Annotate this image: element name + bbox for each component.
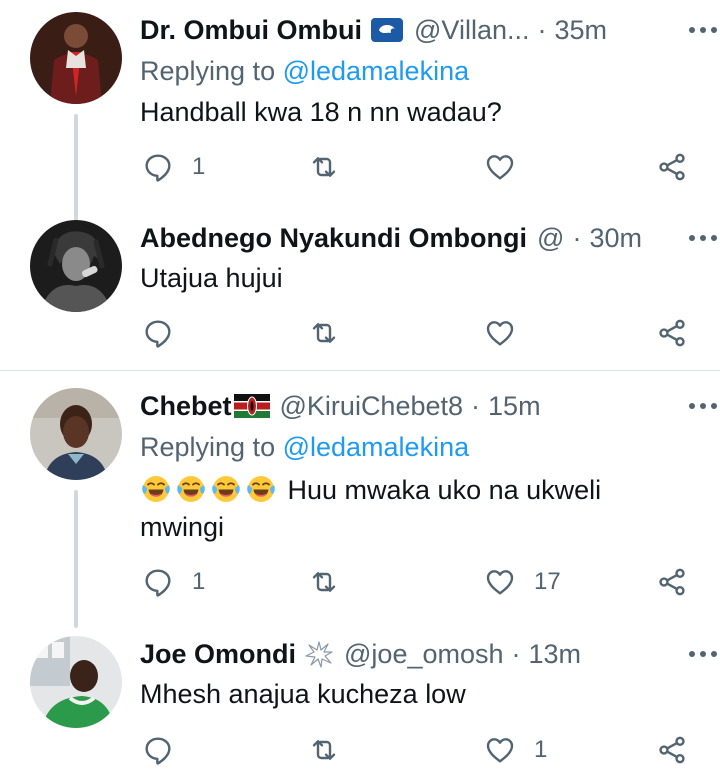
- sparkle-badge-icon: [304, 639, 334, 669]
- tweet-item[interactable]: Dr. Ombui Ombui @Villan... · 35m Replyin…: [0, 12, 720, 224]
- author-name[interactable]: Chebet: [140, 391, 232, 422]
- reply-icon: [142, 151, 174, 183]
- reply-icon: [142, 566, 174, 598]
- share-icon: [656, 151, 688, 183]
- retweet-icon: [308, 317, 340, 349]
- tweet-text: Huu mwaka uko na ukweli mwingi: [140, 472, 700, 546]
- tweet-item[interactable]: Abednego Nyakundi Ombongi @ · 30m Utajua…: [0, 220, 720, 360]
- avatar[interactable]: [30, 220, 122, 312]
- flag-badge-icon: [370, 17, 404, 43]
- laughing-emoji-icon: [175, 472, 207, 504]
- timestamp[interactable]: 35m: [554, 15, 607, 46]
- more-options-icon[interactable]: [686, 394, 720, 418]
- like-count: 17: [534, 568, 561, 595]
- like-button[interactable]: [484, 313, 534, 353]
- avatar[interactable]: [30, 12, 122, 104]
- retweet-icon: [308, 566, 340, 598]
- tweet-actions: 1: [140, 730, 700, 770]
- tweet-item[interactable]: Joe Omondi @joe_omosh · 13m Mhesh anajua…: [0, 636, 720, 779]
- more-options-icon[interactable]: [686, 642, 720, 666]
- retweet-button[interactable]: [308, 730, 358, 770]
- timestamp[interactable]: 15m: [488, 391, 541, 422]
- author-handle[interactable]: @: [537, 223, 564, 254]
- avatar[interactable]: [30, 636, 122, 728]
- like-button[interactable]: 17: [484, 562, 561, 602]
- timestamp[interactable]: 13m: [529, 639, 582, 670]
- author-name[interactable]: Abednego Nyakundi Ombongi: [140, 223, 527, 254]
- separator-dot: ·: [511, 638, 521, 669]
- reply-count: 1: [192, 153, 206, 180]
- mention-link[interactable]: @ledamalekina: [283, 432, 470, 462]
- author-name[interactable]: Joe Omondi: [140, 639, 296, 670]
- tweet-text-line: mwingi: [140, 512, 225, 542]
- reply-icon: [142, 734, 174, 766]
- heart-icon: [484, 317, 516, 349]
- tweet-header: Chebet @KiruiChebet8 · 15m: [140, 388, 695, 424]
- separator-dot: ·: [537, 14, 547, 45]
- reply-icon: [142, 317, 174, 349]
- reply-button[interactable]: [142, 730, 192, 770]
- retweet-icon: [308, 734, 340, 766]
- heart-icon: [484, 151, 516, 183]
- share-button[interactable]: [656, 730, 688, 770]
- tweet-header: Joe Omondi @joe_omosh · 13m: [140, 636, 695, 672]
- like-count: 1: [534, 736, 548, 763]
- retweet-button[interactable]: [308, 562, 358, 602]
- tweet-text: Utajua hujui: [140, 263, 283, 293]
- retweet-button[interactable]: [308, 147, 358, 187]
- share-icon: [656, 566, 688, 598]
- tweet-actions: [140, 313, 700, 353]
- laughing-emoji-icon: [210, 472, 242, 504]
- share-button[interactable]: [656, 562, 688, 602]
- reply-count: 1: [192, 568, 206, 595]
- tweet-actions: 1: [140, 147, 700, 187]
- share-button[interactable]: [656, 313, 688, 353]
- replying-prefix: Replying to: [140, 56, 283, 86]
- more-options-icon[interactable]: [686, 226, 720, 250]
- author-handle[interactable]: @joe_omosh: [344, 639, 504, 670]
- heart-icon: [484, 566, 516, 598]
- thread-line: [74, 490, 78, 628]
- tweet-item[interactable]: Chebet @KiruiChebet8 · 15m Replying to @…: [0, 388, 720, 628]
- retweet-icon: [308, 151, 340, 183]
- tweet-text-line: Huu mwaka uko na ukweli: [280, 475, 602, 505]
- avatar[interactable]: [30, 388, 122, 480]
- tweet-text: Mhesh anajua kucheza low: [140, 679, 466, 709]
- reply-button[interactable]: 1: [142, 147, 205, 187]
- more-options-icon[interactable]: [686, 18, 720, 42]
- timestamp[interactable]: 30m: [589, 223, 642, 254]
- author-handle[interactable]: @Villan...: [414, 15, 529, 46]
- replying-to: Replying to @ledamalekina: [140, 56, 469, 87]
- heart-icon: [484, 734, 516, 766]
- share-icon: [656, 734, 688, 766]
- laughing-emoji-icon: [140, 472, 172, 504]
- author-name[interactable]: Dr. Ombui Ombui: [140, 15, 362, 46]
- tweet-text: Handball kwa 18 n nn wadau?: [140, 97, 502, 127]
- tweet-header: Abednego Nyakundi Ombongi @ · 30m: [140, 220, 695, 256]
- tweet-header: Dr. Ombui Ombui @Villan... · 35m: [140, 12, 695, 48]
- replying-prefix: Replying to: [140, 432, 283, 462]
- reply-button[interactable]: 1: [142, 562, 205, 602]
- share-button[interactable]: [656, 147, 688, 187]
- laughing-emoji-icon: [245, 472, 277, 504]
- like-button[interactable]: [484, 147, 534, 187]
- tweet-actions: 1 17: [140, 562, 700, 602]
- kenya-flag-icon: [233, 394, 270, 418]
- share-icon: [656, 317, 688, 349]
- like-button[interactable]: 1: [484, 730, 547, 770]
- thread-line: [74, 114, 78, 224]
- separator-dot: ·: [471, 390, 481, 421]
- retweet-button[interactable]: [308, 313, 358, 353]
- reply-button[interactable]: [142, 313, 192, 353]
- separator-dot: ·: [572, 222, 582, 253]
- mention-link[interactable]: @ledamalekina: [283, 56, 470, 86]
- author-handle[interactable]: @KiruiChebet8: [280, 391, 464, 422]
- divider: [0, 370, 720, 371]
- replying-to: Replying to @ledamalekina: [140, 432, 469, 463]
